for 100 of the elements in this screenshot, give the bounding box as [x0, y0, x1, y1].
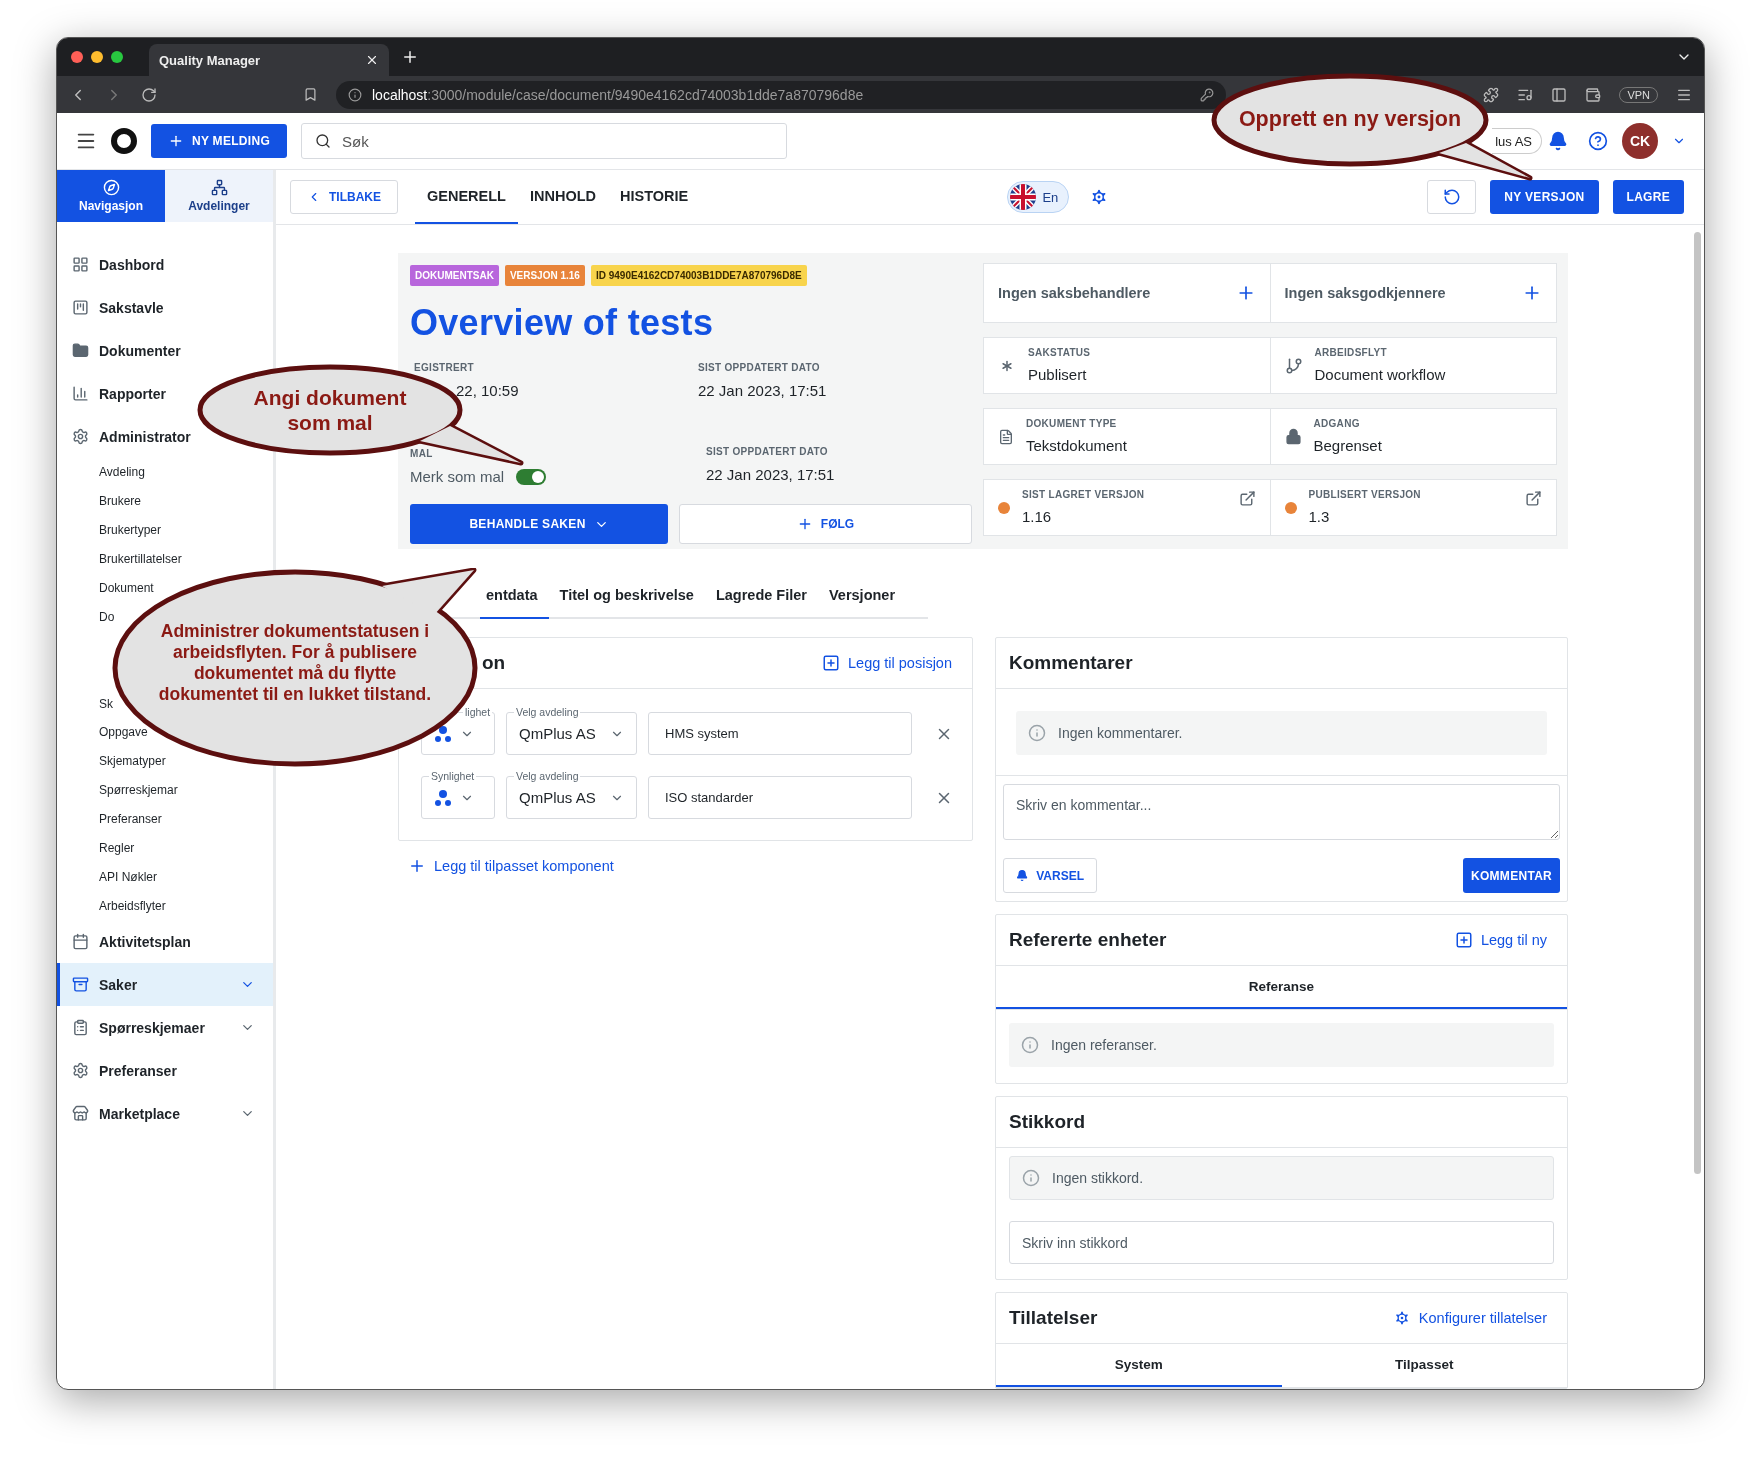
assignee-cell[interactable]: Ingen saksgodkjennere: [1270, 263, 1557, 323]
sidebar-subitem[interactable]: Arbeidsflyter: [99, 897, 166, 914]
new-tab-icon[interactable]: [401, 48, 419, 66]
sidebar-item[interactable]: Aktivitetsplan: [57, 920, 209, 964]
info-value: Publisert: [1028, 366, 1088, 384]
header-tab[interactable]: INNHOLD: [517, 170, 608, 224]
search-field[interactable]: Søk: [301, 123, 787, 159]
follow-button[interactable]: FØLG: [679, 504, 972, 544]
empty-note: Ingen referanser.: [1009, 1023, 1554, 1067]
content-tab[interactable]: entdata: [480, 572, 549, 619]
info-icon: [1022, 1169, 1040, 1187]
sidebar-subitem[interactable]: Spørreskjemar: [99, 782, 178, 799]
address-bar[interactable]: localhost:3000/module/case/document/9490e4162cd74003b1dde7a870796d8e: [336, 80, 1226, 109]
sidebar-subitem[interactable]: Regler: [99, 839, 135, 856]
browser-tab[interactable]: Quality Manager: [149, 44, 389, 76]
sidebar-subitem[interactable]: Dokument: [99, 579, 154, 596]
sidebar-switch-tab[interactable]: Avdelinger: [165, 170, 273, 222]
refresh-button[interactable]: [1427, 180, 1477, 214]
avatar[interactable]: CK: [1622, 123, 1658, 159]
external-link-icon[interactable]: [1238, 490, 1256, 507]
content-tab[interactable]: Versjoner: [817, 572, 907, 619]
new-message-button[interactable]: NY MELDING: [151, 124, 287, 158]
empty-note: Ingen stikkord.: [1009, 1156, 1554, 1200]
add-position-link[interactable]: Legg til posisjon: [822, 654, 952, 672]
sidebar-subitem[interactable]: Brukere: [99, 493, 142, 510]
sidebar-item[interactable]: Dokumenter: [57, 329, 199, 372]
sidebar-item[interactable]: Preferanser: [57, 1049, 195, 1093]
header-tab[interactable]: GENERELL: [415, 170, 518, 224]
sidebar-item[interactable]: Marketplace: [57, 1092, 273, 1136]
info-label: SIST LAGRET VERSJON: [1022, 489, 1146, 501]
callout-text: Opprett en ny versjon: [1237, 106, 1463, 134]
reference-tab[interactable]: Referanse: [996, 966, 1567, 1009]
info-value: 1.16: [1022, 508, 1053, 526]
sidebar-icon[interactable]: [1551, 86, 1568, 103]
save-button[interactable]: LAGRE: [1612, 180, 1684, 214]
close-icon[interactable]: [365, 53, 379, 67]
info-label: ARBEIDSFLYT: [1314, 347, 1388, 359]
sidebar-subitem[interactable]: Skjematyper: [99, 753, 166, 770]
sidebar-item[interactable]: Dashbord: [57, 243, 183, 286]
lock-icon: [1284, 428, 1302, 445]
back-button[interactable]: TILBAKE: [290, 180, 398, 214]
sidebar-item[interactable]: Spørreskjemaer: [57, 1006, 273, 1050]
new-version-button[interactable]: NY VERSJON: [1490, 180, 1599, 214]
comment-button[interactable]: KOMMENTAR: [1463, 858, 1560, 893]
sidebar-subitem[interactable]: API Nøkler: [99, 868, 157, 885]
notify-button[interactable]: VARSEL: [1003, 858, 1097, 893]
bookmark-icon[interactable]: [303, 87, 318, 102]
sidebar-subitem[interactable]: Oppgave: [99, 724, 148, 741]
assignee-cell[interactable]: Ingen saksbehandlere: [983, 263, 1271, 323]
comment-field[interactable]: Skriv en kommentar...: [1003, 784, 1560, 840]
keyword-field[interactable]: Skriv inn stikkord: [1009, 1221, 1554, 1264]
add-component-link[interactable]: Legg til tilpasset komponent: [408, 857, 973, 875]
help-icon[interactable]: [1588, 131, 1608, 151]
wallet-icon[interactable]: [1585, 86, 1602, 103]
sidebar-item[interactable]: Saker: [57, 963, 273, 1007]
puzzle-icon[interactable]: [1483, 86, 1500, 103]
sidebar-subitem[interactable]: Sk: [99, 695, 113, 712]
content-tab[interactable]: Titel og beskrivelse: [548, 572, 705, 619]
calendar-icon: [72, 933, 89, 951]
sidebar-subitem[interactable]: Brukertillatelser: [99, 551, 182, 568]
sidebar-item[interactable]: Sakstavle: [57, 286, 182, 329]
info-value: Begrenset: [1313, 437, 1383, 455]
header-tab[interactable]: HISTORIE: [608, 170, 701, 224]
branch-icon: [1284, 356, 1303, 375]
sidebar-subitem[interactable]: Preferanser: [99, 811, 162, 827]
sidebar-subitem[interactable]: Brukertyper: [99, 522, 162, 539]
tag: ID 9490E4162CD74003B1DDE7A870796D8E: [590, 265, 807, 286]
empty-note: Ingen kommentarer.: [1016, 711, 1547, 755]
key-icon[interactable]: [1200, 87, 1214, 102]
sidebar-switch-tab[interactable]: Navigasjon: [57, 170, 165, 222]
card-title: Stikkord: [1009, 1111, 1087, 1133]
template-label: Merk som mal: [410, 468, 505, 485]
reload-icon[interactable]: [141, 86, 157, 103]
info-value: 1.3: [1308, 508, 1331, 526]
store-icon: [72, 1105, 89, 1123]
scrollbar[interactable]: [1694, 232, 1701, 1174]
plus-icon: [408, 857, 426, 875]
sidebar-item[interactable]: Administrator: [57, 415, 209, 458]
process-case-button[interactable]: BEHANDLE SAKEN: [410, 504, 668, 544]
field-label: EGISTRERT: [413, 362, 475, 374]
cabinet-icon: [72, 976, 89, 994]
zoom-window-dot[interactable]: [111, 51, 123, 63]
template-toggle[interactable]: [516, 468, 547, 485]
field-value: 22, 10:59: [455, 382, 520, 400]
sidebar-item[interactable]: Rapporter: [57, 372, 184, 415]
callout-text: Administrer dokumentstatusen i arbeidsflyten. For å publisere dokumentet må du flytte dokumentet til en lukket tilstand.: [157, 620, 433, 706]
permission-tab[interactable]: System: [996, 1344, 1282, 1387]
info-label: SAKSTATUS: [1028, 347, 1092, 359]
add-reference-link[interactable]: Legg til ny: [1454, 931, 1547, 949]
permission-tab[interactable]: Tilpasset: [1281, 1344, 1567, 1387]
bell-icon[interactable]: [1548, 131, 1568, 151]
sidebar-subitem[interactable]: Do: [99, 608, 115, 625]
logo-icon[interactable]: [111, 128, 137, 154]
sidebar-subitem[interactable]: Avdeling: [99, 464, 145, 481]
configure-permissions-link[interactable]: Konfigurer tillatelser: [1392, 1309, 1547, 1327]
language-switch[interactable]: En: [1007, 181, 1070, 213]
close-window-dot[interactable]: [71, 51, 83, 63]
minimize-window-dot[interactable]: [91, 51, 103, 63]
content-tab[interactable]: Lagrede Filer: [704, 572, 818, 619]
external-link-icon[interactable]: [1525, 490, 1542, 507]
